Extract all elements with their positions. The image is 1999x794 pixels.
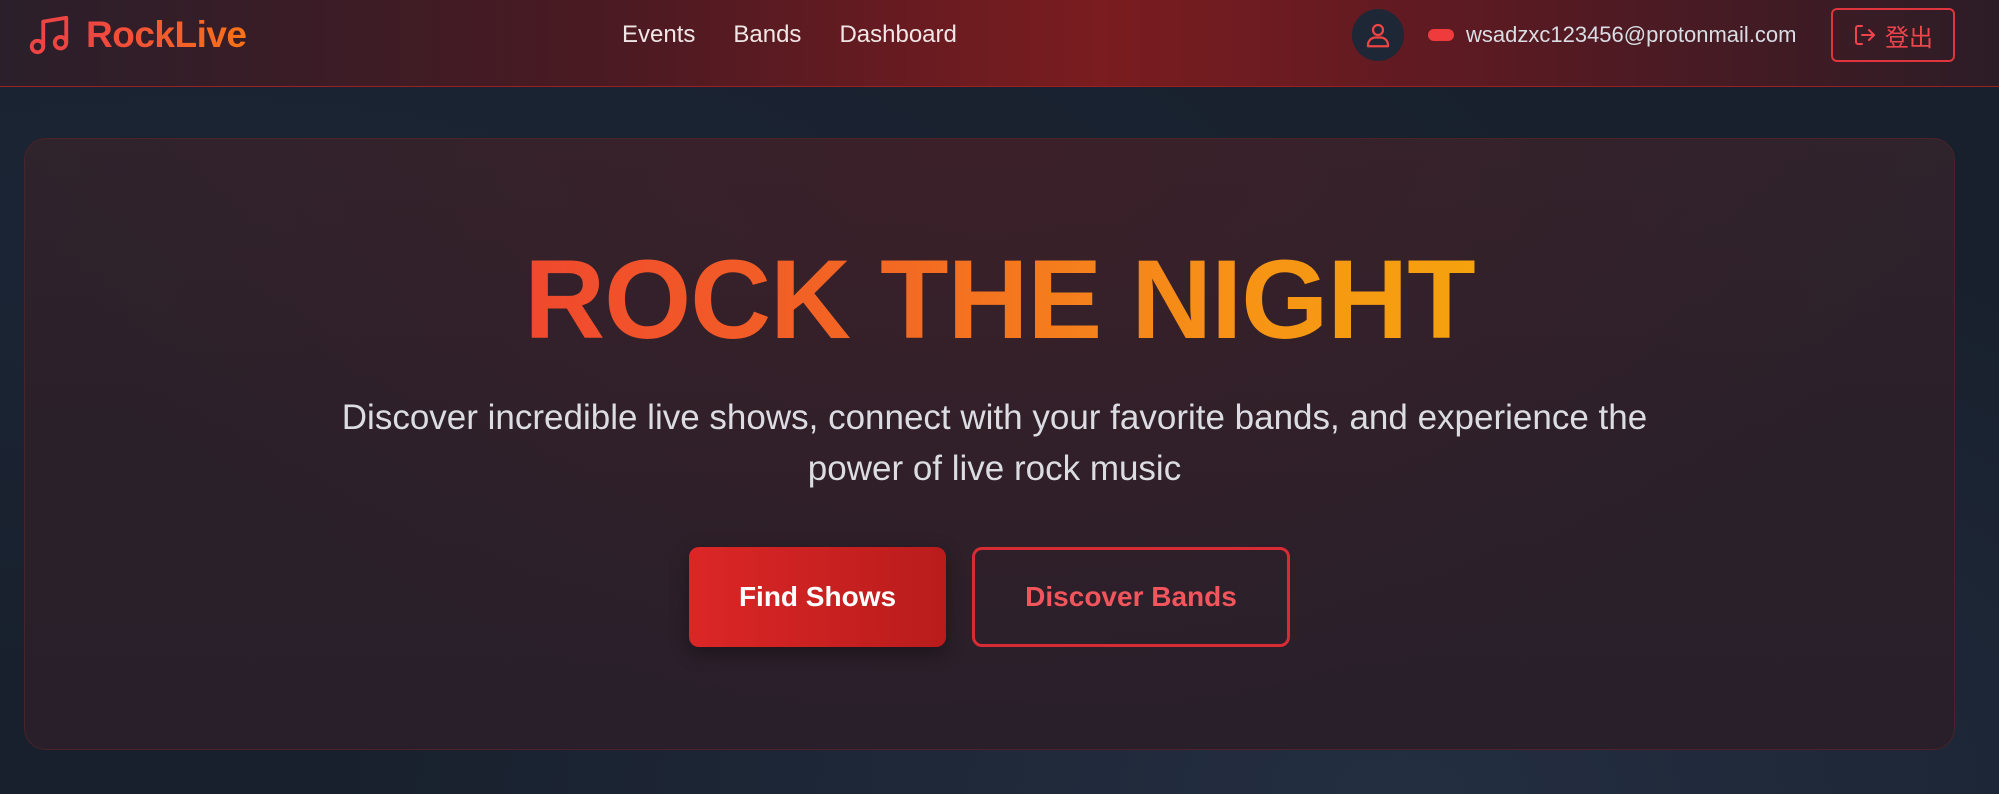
hero-title: ROCK THE NIGHT — [0, 235, 1999, 365]
find-shows-button[interactable]: Find Shows — [689, 547, 946, 647]
hero-subtitle: Discover incredible live shows, connect … — [341, 398, 1648, 488]
logout-label: 登出 — [1885, 23, 1933, 52]
nav-link-events[interactable]: Events — [622, 21, 695, 49]
user-email: wsadzxc123456@protonmail.com — [1466, 22, 1797, 47]
nav-link-bands[interactable]: Bands — [733, 21, 801, 49]
discover-bands-button[interactable]: Discover Bands — [972, 547, 1290, 647]
top-navbar: RockLive Events Bands Dashboard wsadzxc1… — [0, 0, 1999, 87]
hero-title-text: ROCK THE NIGHT — [524, 237, 1475, 362]
log-out-icon — [1855, 25, 1875, 45]
brand-logo-link[interactable]: RockLive — [26, 13, 247, 57]
status-indicator — [1428, 29, 1454, 41]
brand-name: RockLive — [86, 14, 247, 55]
user-icon — [1366, 23, 1390, 48]
nav-link-dashboard[interactable]: Dashboard — [839, 21, 956, 49]
music-note-icon — [29, 15, 69, 55]
logout-button[interactable]: 登出 — [1831, 8, 1955, 62]
user-avatar[interactable] — [1352, 9, 1404, 61]
main-nav: Events Bands Dashboard — [622, 18, 957, 52]
